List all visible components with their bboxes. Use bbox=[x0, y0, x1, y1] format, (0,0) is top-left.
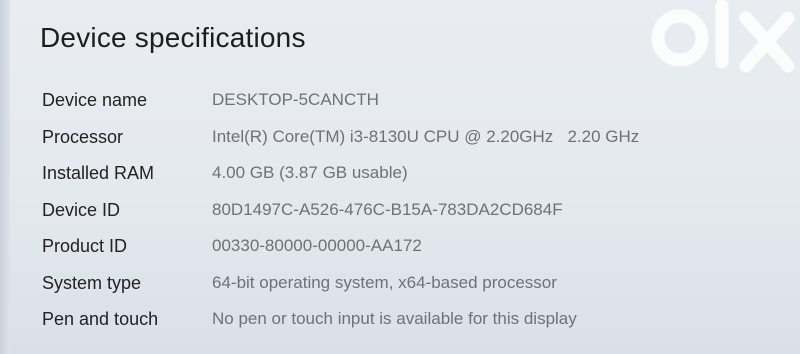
settings-screen: Device specifications Device name DESKTO… bbox=[0, 0, 800, 354]
spec-label: Processor bbox=[42, 126, 124, 147]
spec-label: Product ID bbox=[42, 236, 128, 256]
spec-value: 00330-80000-00000-AA172 bbox=[212, 236, 422, 255]
spec-value: 80D1497C-A526-476C-B15A-783DA2CD684F bbox=[212, 199, 563, 219]
spec-value: 4.00 GB (3.87 GB usable) bbox=[212, 163, 408, 182]
spec-label: Device name bbox=[42, 90, 148, 110]
spec-value: No pen or touch input is available for t… bbox=[212, 309, 577, 328]
window-edge bbox=[0, 0, 10, 354]
spec-label: Device ID bbox=[42, 199, 121, 220]
spec-row-installed-ram: Installed RAM 4.00 GB (3.87 GB usable) bbox=[42, 159, 782, 196]
spec-label: Installed RAM bbox=[42, 163, 155, 183]
spec-value: 64-bit operating system, x64-based proce… bbox=[212, 272, 557, 292]
spec-value: DESKTOP-5CANCTH bbox=[212, 90, 379, 109]
spec-label: System type bbox=[42, 272, 142, 293]
spec-label: Pen and touch bbox=[42, 309, 159, 329]
spec-row-pen-and-touch: Pen and touch No pen or touch input is a… bbox=[42, 305, 782, 342]
spec-row-device-name: Device name DESKTOP-5CANCTH bbox=[42, 86, 782, 123]
spec-row-product-id: Product ID 00330-80000-00000-AA172 bbox=[42, 232, 782, 269]
olx-watermark-logo bbox=[651, 0, 795, 73]
device-specs-list: Device name DESKTOP-5CANCTH Processor In… bbox=[42, 86, 782, 342]
spec-row-system-type: System type 64-bit operating system, x64… bbox=[42, 269, 782, 306]
page-title: Device specifications bbox=[40, 22, 306, 53]
spec-value: Intel(R) Core(TM) i3-8130U CPU @ 2.20GHz… bbox=[212, 126, 640, 146]
spec-row-device-id: Device ID 80D1497C-A526-476C-B15A-783DA2… bbox=[42, 196, 782, 233]
spec-row-processor: Processor Intel(R) Core(TM) i3-8130U CPU… bbox=[42, 123, 782, 160]
